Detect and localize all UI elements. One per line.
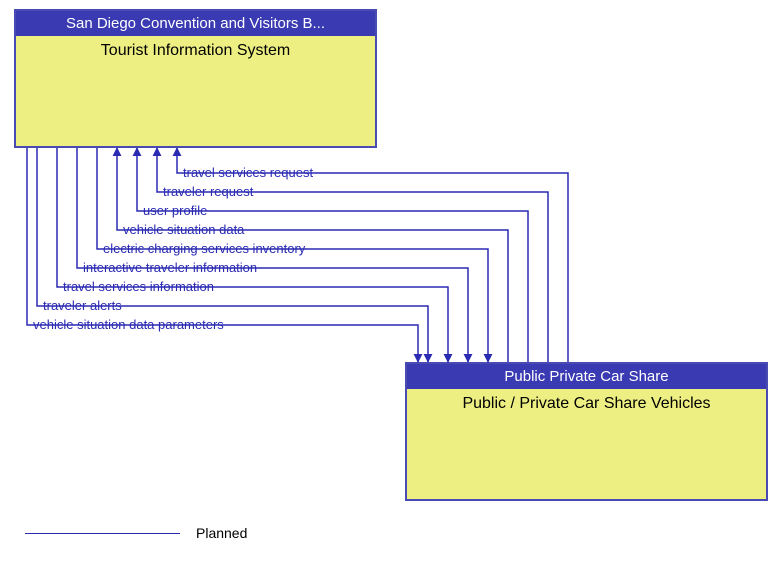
flow-label-traveler-alerts: traveler alerts	[43, 298, 122, 313]
flow-label-vehicle-situation-params: vehicle situation data parameters	[33, 317, 224, 332]
flow-label-vehicle-situation-data: vehicle situation data	[123, 222, 244, 237]
entity-body-car-share: Public / Private Car Share Vehicles	[407, 389, 766, 419]
legend-label-planned: Planned	[196, 525, 247, 541]
flow-label-electric-charging: electric charging services inventory	[103, 241, 305, 256]
flow-label-interactive-traveler-info: interactive traveler information	[83, 260, 257, 275]
entity-header-car-share: Public Private Car Share	[407, 364, 766, 389]
entity-header-tourist-info: San Diego Convention and Visitors B...	[16, 11, 375, 36]
flow-label-travel-services-request: travel services request	[183, 165, 313, 180]
entity-box-car-share: Public Private Car Share Public / Privat…	[405, 362, 768, 501]
flow-label-traveler-request: traveler request	[163, 184, 253, 199]
flow-label-user-profile: user profile	[143, 203, 207, 218]
entity-body-tourist-info: Tourist Information System	[16, 36, 375, 66]
flow-label-travel-services-info: travel services information	[63, 279, 214, 294]
entity-box-tourist-info: San Diego Convention and Visitors B... T…	[14, 9, 377, 148]
legend-line-planned	[25, 533, 180, 534]
